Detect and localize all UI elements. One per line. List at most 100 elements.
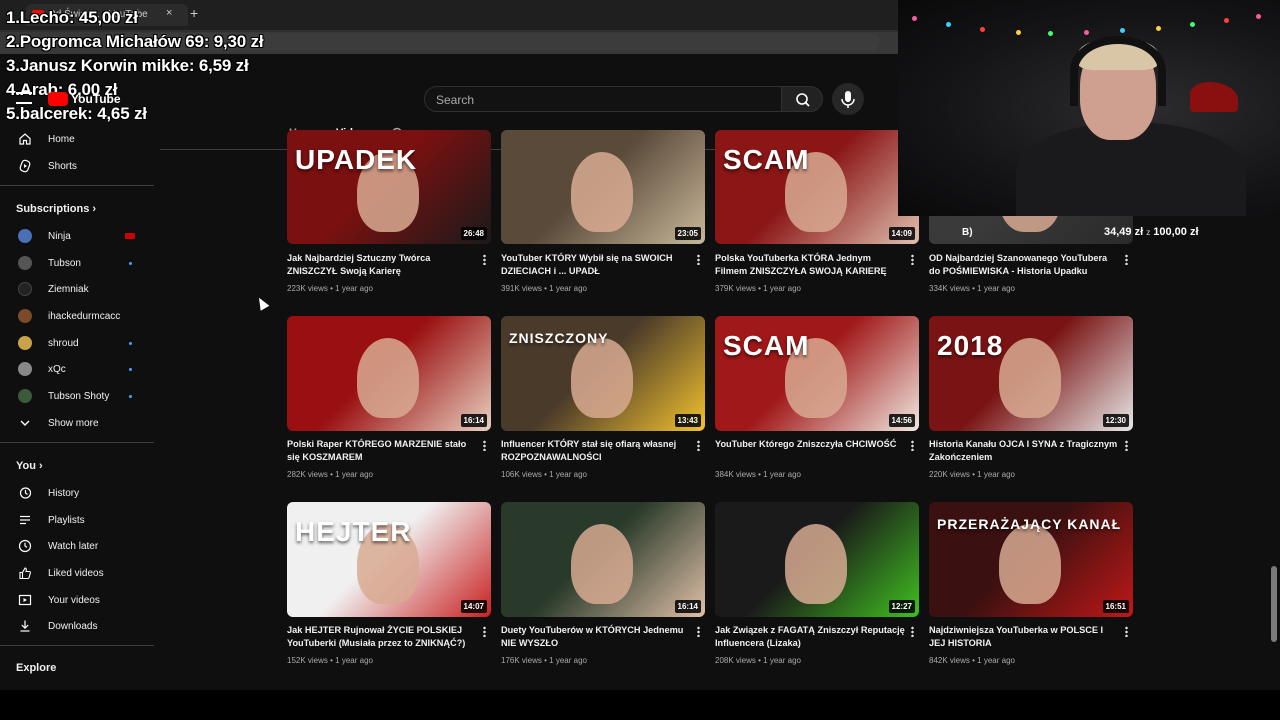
video-meta: 334K views • 1 year ago [929,284,1015,293]
video-thumbnail[interactable]: PRZERAŻAJĄCY KANAŁ 16:51 [929,502,1133,617]
more-actions-icon[interactable] [697,254,700,265]
playlists-icon [17,512,33,528]
donation-goal-progress: 34,49 zł z 100,00 zł [1104,226,1199,238]
video-thumbnail[interactable]: UPADEK 26:48 [287,130,491,244]
video-meta: 391K views • 1 year ago [501,284,587,293]
sidebar-item-label: Your videos [48,594,100,606]
avatar [18,256,32,270]
avatar [18,229,32,243]
you-heading[interactable]: You › [16,460,43,472]
search-icon [796,93,810,107]
leaderboard-entry: 5.balcerek: 4,65 zł [6,104,147,123]
thumbnail-overlay-text: 2018 [937,330,1004,361]
video-title[interactable]: YouTuber Którego Zniszczyła CHCIWOŚĆ [715,438,905,451]
sidebar-item-downloads[interactable]: Downloads [0,614,158,638]
search-button[interactable] [781,86,823,112]
video-meta: 208K views • 1 year ago [715,656,801,665]
divider [0,442,154,443]
youtube-logo[interactable]: YouTube [48,92,121,106]
thumbnail-face [571,524,633,604]
leaderboard-entry: 3.Janusz Korwin mikke: 6,59 zł [6,56,249,75]
sidebar-item-xqc[interactable]: xQc [0,357,158,381]
light-bulb [1120,28,1125,33]
download-icon [17,618,33,634]
sidebar-item-history[interactable]: History [0,481,158,505]
video-title[interactable]: Polska YouTuberka KTÓRA Jednym Filmem ZN… [715,252,905,278]
leaderboard-entry: 2.Pogromca Michałów 69: 9,30 zł [6,32,264,51]
search-input[interactable]: Search [424,86,782,112]
sidebar-item-label: Home [48,133,75,145]
video-thumbnail[interactable]: 2018 12:30 [929,316,1133,431]
sidebar-item-ziemniak[interactable]: Ziemniak [0,277,158,301]
thumbnail-overlay-text: SCAM [723,144,810,175]
more-actions-icon[interactable] [1125,254,1128,265]
video-title[interactable]: Jak Związek z FAGATĄ Zniszczył Reputację… [715,624,905,650]
more-actions-icon[interactable] [911,254,914,265]
video-thumbnail[interactable]: SCAM 14:09 [715,130,919,244]
video-duration: 12:30 [1102,414,1129,427]
sidebar-item-label: Tubson [48,257,81,269]
video-title[interactable]: Najdziwniejsza YouTuberka w POLSCE I JEJ… [929,624,1119,650]
new-content-dot [129,261,132,265]
video-duration: 16:51 [1102,600,1129,613]
more-actions-icon[interactable] [483,626,486,637]
subscriptions-heading[interactable]: Subscriptions › [16,203,96,215]
video-title[interactable]: Historia Kanału OJCA I SYNA z Tragicznym… [929,438,1119,464]
light-bulb [1190,22,1195,27]
headset [1070,36,1166,106]
video-title[interactable]: Jak Najbardziej Sztuczny Twórca ZNISZCZY… [287,252,477,278]
youtube-logo-icon [48,92,68,106]
sidebar-item-watch-later[interactable]: Watch later [0,534,158,558]
video-title[interactable]: Influencer KTÓRY stał się ofiarą własnej… [501,438,691,464]
sidebar-item-ihackedurmcacc[interactable]: ihackedurmcacc [0,304,158,328]
more-actions-icon[interactable] [697,440,700,451]
more-actions-icon[interactable] [483,254,486,265]
video-duration: 14:07 [460,600,487,613]
video-title[interactable]: YouTuber KTÓRY Wybił się na SWOICH DZIEC… [501,252,691,278]
more-actions-icon[interactable] [911,626,914,637]
hamburger-menu-icon[interactable] [16,92,32,104]
sidebar-item-label: Playlists [48,514,85,526]
video-duration: 16:14 [674,600,701,613]
page-scrollbar[interactable] [1271,566,1277,642]
video-title[interactable]: Jak HEJTER Rujnował ŻYCIE POLSKIEJ YouTu… [287,624,477,650]
sidebar-item-your-videos[interactable]: Your videos [0,588,158,612]
sidebar-item-tubson[interactable]: Tubson [0,251,158,275]
sidebar-item-liked-videos[interactable]: Liked videos [0,561,158,585]
more-actions-icon[interactable] [1125,440,1128,451]
divider [0,645,154,646]
sidebar-item-playlists[interactable]: Playlists [0,508,158,532]
video-title[interactable]: OD Najbardziej Szanowanego YouTubera do … [929,252,1119,278]
video-thumbnail[interactable]: SCAM 14:56 [715,316,919,431]
show-more-button[interactable]: Show more [0,411,158,435]
thumbnail-face [999,524,1061,604]
video-thumbnail[interactable]: 16:14 [501,502,705,617]
video-meta: 220K views • 1 year ago [929,470,1015,479]
video-thumbnail[interactable]: HEJTER 14:07 [287,502,491,617]
avatar [18,309,32,323]
sidebar-item-ninja[interactable]: Ninja [0,224,158,248]
sidebar-item-shorts[interactable]: Shorts [0,154,158,178]
video-title[interactable]: Duety YouTuberów w KTÓRYCH Jednemu NIE W… [501,624,691,650]
sidebar-item-label: Ziemniak [48,283,89,295]
sidebar-item-label: Ninja [48,230,71,242]
video-thumbnail[interactable]: 16:14 [287,316,491,431]
more-actions-icon[interactable] [483,440,486,451]
streamer-webcam [898,0,1280,216]
new-tab-button[interactable]: + [190,5,198,21]
more-actions-icon[interactable] [911,440,914,451]
close-tab-icon[interactable]: × [166,7,172,19]
sidebar-item-label: Liked videos [48,567,104,579]
sidebar-item-home[interactable]: Home [0,127,158,151]
video-thumbnail[interactable]: ZNISZCZONY 13:43 [501,316,705,431]
thumbnail-face [999,338,1061,418]
video-title[interactable]: Polski Raper KTÓREGO MARZENIE stało się … [287,438,477,464]
light-bulb [946,22,951,27]
sidebar-item-tubson-shoty[interactable]: Tubson Shoty [0,384,158,408]
video-thumbnail[interactable]: 23:05 [501,130,705,244]
sidebar-item-shroud[interactable]: shroud [0,331,158,355]
more-actions-icon[interactable] [1125,626,1128,637]
more-actions-icon[interactable] [697,626,700,637]
video-thumbnail[interactable]: 12:27 [715,502,919,617]
voice-search-button[interactable] [832,83,864,115]
